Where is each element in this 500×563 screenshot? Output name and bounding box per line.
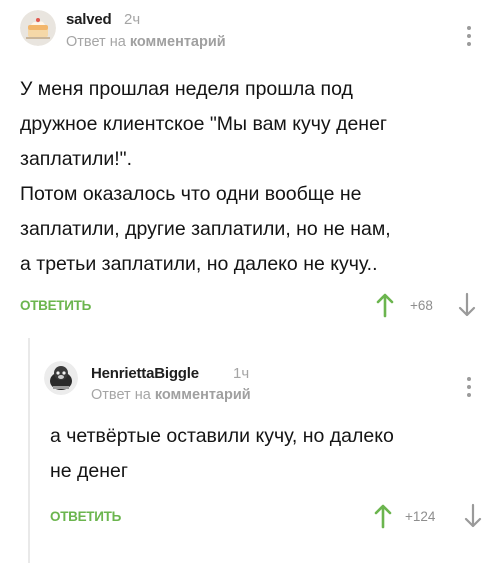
reply-to-prefix: Ответ на (91, 387, 151, 403)
reply-comment: HenriettaBiggle 1ч Ответ на комментарий … (28, 337, 500, 563)
reply-button[interactable]: ОТВЕТИТЬ (50, 509, 121, 524)
more-options-icon[interactable] (466, 377, 472, 399)
reply-button[interactable]: ОТВЕТИТЬ (20, 298, 91, 313)
reply-to: Ответ на комментарий (66, 34, 226, 50)
animal-avatar-icon (44, 361, 78, 395)
timestamp: 1ч (233, 365, 250, 382)
text-line: не денег (50, 460, 128, 482)
upvote-arrow-icon[interactable] (374, 503, 392, 529)
comment-text: а четвёртые оставили кучу, но далеко не … (50, 419, 394, 489)
reply-to-prefix: Ответ на (66, 34, 126, 50)
text-line: дружное клиентское "Мы вам кучу денег (20, 113, 388, 135)
reply-to-link[interactable]: комментарий (130, 34, 226, 50)
rating: +124 (405, 509, 436, 524)
reply-to: Ответ на комментарий (91, 387, 251, 403)
rating: +68 (410, 298, 433, 313)
avatar[interactable] (20, 10, 56, 46)
downvote-arrow-icon[interactable] (464, 503, 482, 529)
reply-to-link[interactable]: комментарий (155, 387, 251, 403)
timestamp: 2ч (124, 11, 141, 28)
text-line: У меня прошлая неделя прошла под (20, 78, 353, 100)
comment: salved 2ч Ответ на комментарий У меня пр… (0, 0, 500, 337)
upvote-arrow-icon[interactable] (376, 292, 394, 318)
comment-text: У меня прошлая неделя прошла под дружное… (20, 72, 391, 282)
username[interactable]: HenriettaBiggle (91, 365, 199, 382)
avatar[interactable] (44, 361, 78, 395)
username[interactable]: salved (66, 11, 112, 28)
cake-avatar-icon (20, 10, 56, 46)
more-options-icon[interactable] (466, 26, 472, 48)
text-line: Потом оказалось что одни вообще не (20, 183, 362, 205)
text-line: а третьи заплатили, но далеко не кучу.. (20, 253, 378, 275)
text-line: заплатили!". (20, 148, 132, 170)
downvote-arrow-icon[interactable] (458, 292, 476, 318)
text-line: а четвёртые оставили кучу, но далеко (50, 425, 394, 447)
text-line: заплатили, другие заплатили, но не нам, (20, 218, 391, 240)
